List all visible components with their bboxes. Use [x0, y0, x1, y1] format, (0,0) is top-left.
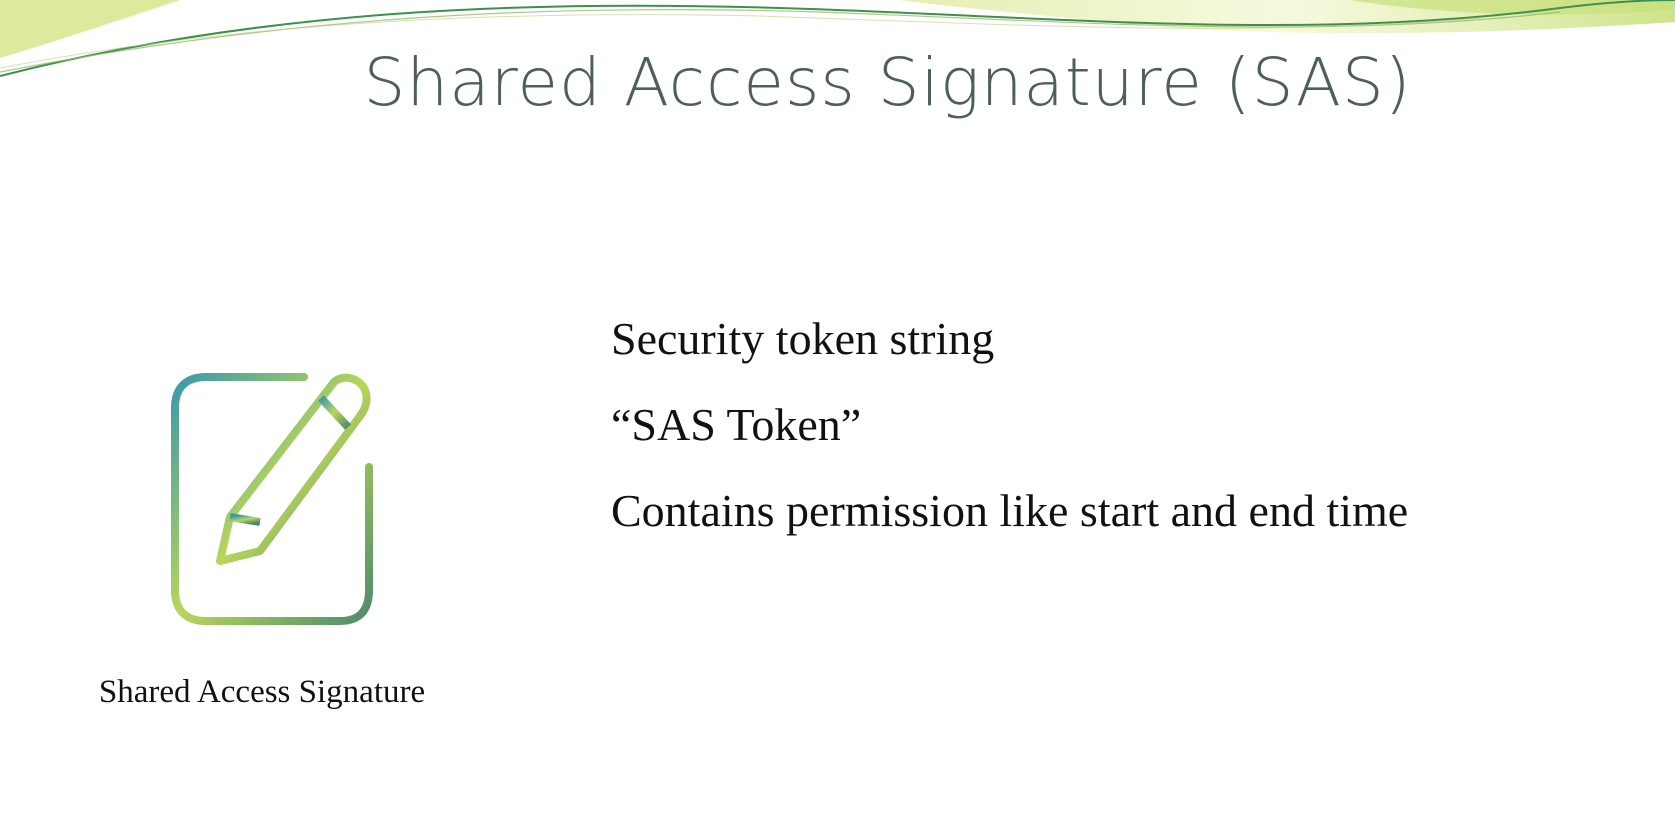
- slide: Shared Access Signature (SAS) Shared Acc…: [0, 0, 1675, 827]
- bullet-item: “SAS Token”: [611, 399, 862, 450]
- bullet-list: Security token string “SAS Token” Contai…: [611, 296, 1408, 554]
- bullet-item: Contains permission like start and end t…: [611, 485, 1409, 536]
- bullet-item: Security token string: [611, 313, 995, 364]
- edit-document-icon: [168, 370, 378, 632]
- slide-title: Shared Access Signature (SAS): [363, 44, 1412, 121]
- icon-caption: Shared Access Signature: [98, 674, 426, 710]
